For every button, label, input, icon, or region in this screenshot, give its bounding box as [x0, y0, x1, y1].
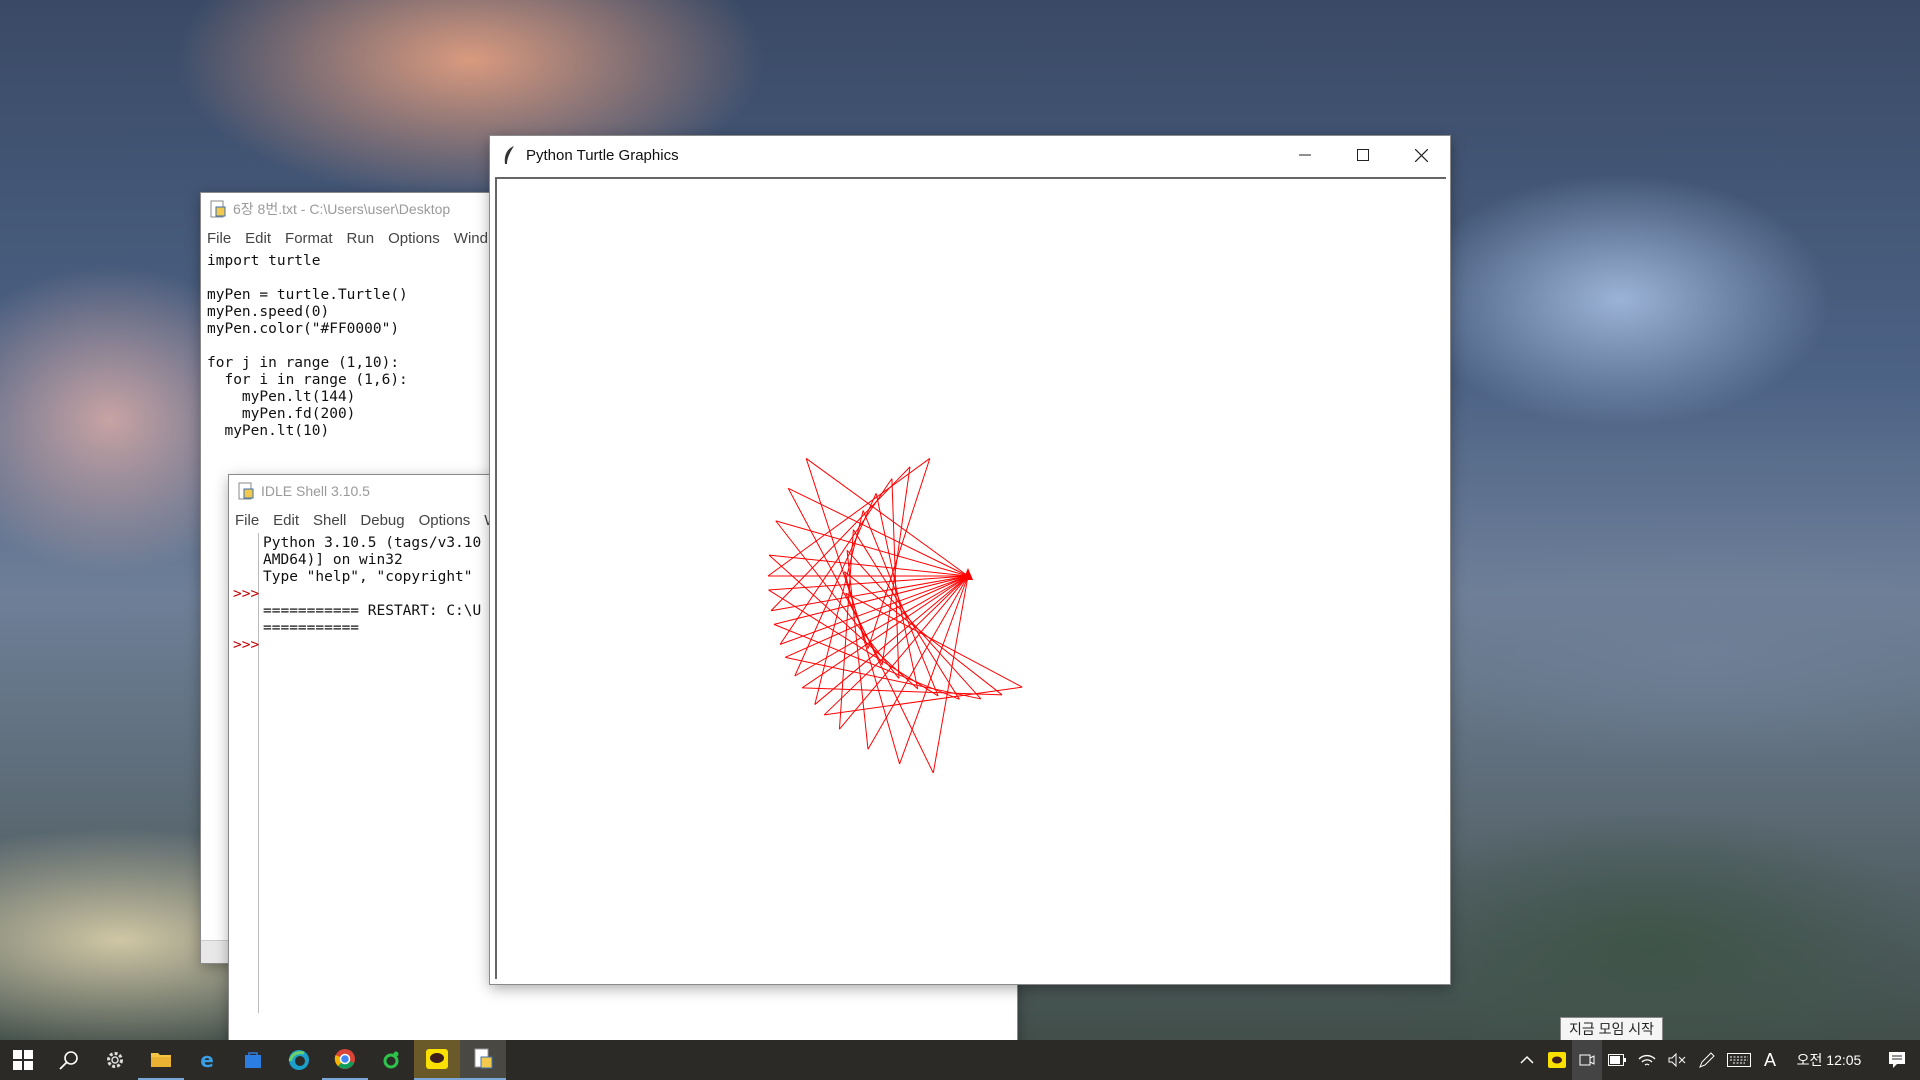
minimize-icon: [1299, 154, 1311, 156]
turtle-stroke: [852, 529, 960, 700]
keyboard-icon: [1727, 1053, 1751, 1067]
shell-prompt-gutter: >>> >>>: [229, 533, 259, 1013]
green-app-icon: [383, 1051, 399, 1069]
show-hidden-icons-button[interactable]: [1512, 1040, 1542, 1080]
turtle-stroke: [824, 686, 1023, 716]
file-explorer-icon: [151, 1053, 171, 1067]
search-icon: [59, 1051, 78, 1070]
edge-button[interactable]: [276, 1040, 322, 1080]
search-button[interactable]: [46, 1040, 92, 1080]
python-file-icon: [210, 200, 226, 218]
menu-edit[interactable]: Edit: [245, 230, 271, 247]
action-center-button[interactable]: [1874, 1040, 1920, 1080]
shell-title: IDLE Shell 3.10.5: [261, 483, 370, 499]
editor-code[interactable]: import turtle myPen = turtle.Turtle() my…: [201, 251, 511, 440]
menu-format[interactable]: Format: [285, 230, 333, 247]
menu-options[interactable]: Options: [419, 512, 471, 529]
pen-workspace-button[interactable]: [1692, 1040, 1722, 1080]
chevron-up-icon: [1520, 1055, 1534, 1064]
store-icon: [245, 1052, 261, 1068]
internet-explorer-icon: e: [200, 1049, 214, 1071]
battery-icon: [1608, 1054, 1626, 1066]
turtle-stroke: [770, 466, 911, 612]
touch-keyboard-button[interactable]: [1722, 1040, 1756, 1080]
maximize-button[interactable]: [1334, 136, 1392, 174]
kakaotalk-button[interactable]: [414, 1040, 460, 1080]
menu-window[interactable]: Wind: [454, 230, 488, 247]
python-shell-icon: [238, 482, 254, 500]
kakaotalk-tray-icon: [1548, 1052, 1566, 1068]
menu-options[interactable]: Options: [388, 230, 440, 247]
internet-explorer-button[interactable]: e: [184, 1040, 230, 1080]
turtle-stroke: [794, 493, 877, 677]
menu-file[interactable]: File: [207, 230, 231, 247]
chrome-icon: [334, 1049, 355, 1069]
menu-file[interactable]: File: [235, 512, 259, 529]
start-button[interactable]: [0, 1040, 46, 1080]
network-button[interactable]: [1632, 1040, 1662, 1080]
maximize-icon: [1357, 149, 1369, 161]
turtle-stroke: [867, 458, 931, 649]
turtle-stroke: [881, 466, 911, 665]
editor-menubar: File Edit Format Run Options Wind: [201, 225, 511, 251]
settings-button[interactable]: [92, 1040, 138, 1080]
taskbar: e A 오전 12:05: [0, 1040, 1920, 1080]
meet-now-button[interactable]: [1572, 1040, 1602, 1080]
menu-run[interactable]: Run: [347, 230, 375, 247]
turtle-title: Python Turtle Graphics: [526, 146, 679, 164]
edge-icon: [288, 1050, 309, 1070]
turtle-window: Python Turtle Graphics: [490, 136, 1450, 984]
wifi-icon: [1638, 1054, 1656, 1066]
turtle-stroke: [805, 458, 969, 577]
chrome-button[interactable]: [322, 1040, 368, 1080]
file-explorer-button[interactable]: [138, 1040, 184, 1080]
editor-titlebar[interactable]: 6장 8번.txt - C:\Users\user\Desktop: [201, 193, 511, 225]
clock[interactable]: 오전 12:05: [1784, 1050, 1874, 1070]
idle-button[interactable]: [460, 1040, 506, 1080]
pen-icon: [1699, 1052, 1715, 1068]
minimize-button[interactable]: [1276, 136, 1334, 174]
turtle-stroke: [785, 575, 969, 658]
meet-now-tooltip: 지금 모임 시작: [1560, 1017, 1664, 1041]
kakaotalk-icon: [426, 1049, 448, 1069]
menu-shell[interactable]: Shell: [313, 512, 346, 529]
battery-button[interactable]: [1602, 1040, 1632, 1080]
start-icon: [13, 1050, 33, 1070]
turtle-titlebar[interactable]: Python Turtle Graphics: [490, 136, 1450, 174]
shell-output[interactable]: Python 3.10.5 (tags/v3.10 AMD64)] on win…: [259, 533, 481, 1013]
menu-debug[interactable]: Debug: [360, 512, 404, 529]
editor-title: 6장 8번.txt - C:\Users\user\Desktop: [233, 201, 451, 217]
kakaotalk-tray-button[interactable]: [1542, 1040, 1572, 1080]
idle-icon: [474, 1048, 493, 1069]
turtle-canvas-frame: [495, 177, 1446, 979]
turtle-stroke: [769, 554, 969, 577]
volume-button[interactable]: [1662, 1040, 1692, 1080]
notification-icon: [1889, 1052, 1905, 1068]
editor-scrollbar[interactable]: [201, 940, 229, 963]
turtle-stroke: [814, 510, 864, 705]
store-button[interactable]: [230, 1040, 276, 1080]
close-button[interactable]: [1392, 136, 1450, 174]
settings-icon: [107, 1052, 123, 1068]
menu-edit[interactable]: Edit: [273, 512, 299, 529]
close-icon: [1414, 148, 1428, 162]
green-app-button[interactable]: [368, 1040, 414, 1080]
volume-muted-icon: [1668, 1053, 1686, 1067]
input-indicator[interactable]: A: [1756, 1050, 1784, 1071]
svg-text:e: e: [200, 1049, 214, 1071]
feather-icon: [504, 146, 514, 164]
meet-now-icon: [1579, 1054, 1595, 1066]
turtle-canvas[interactable]: [497, 179, 1446, 979]
